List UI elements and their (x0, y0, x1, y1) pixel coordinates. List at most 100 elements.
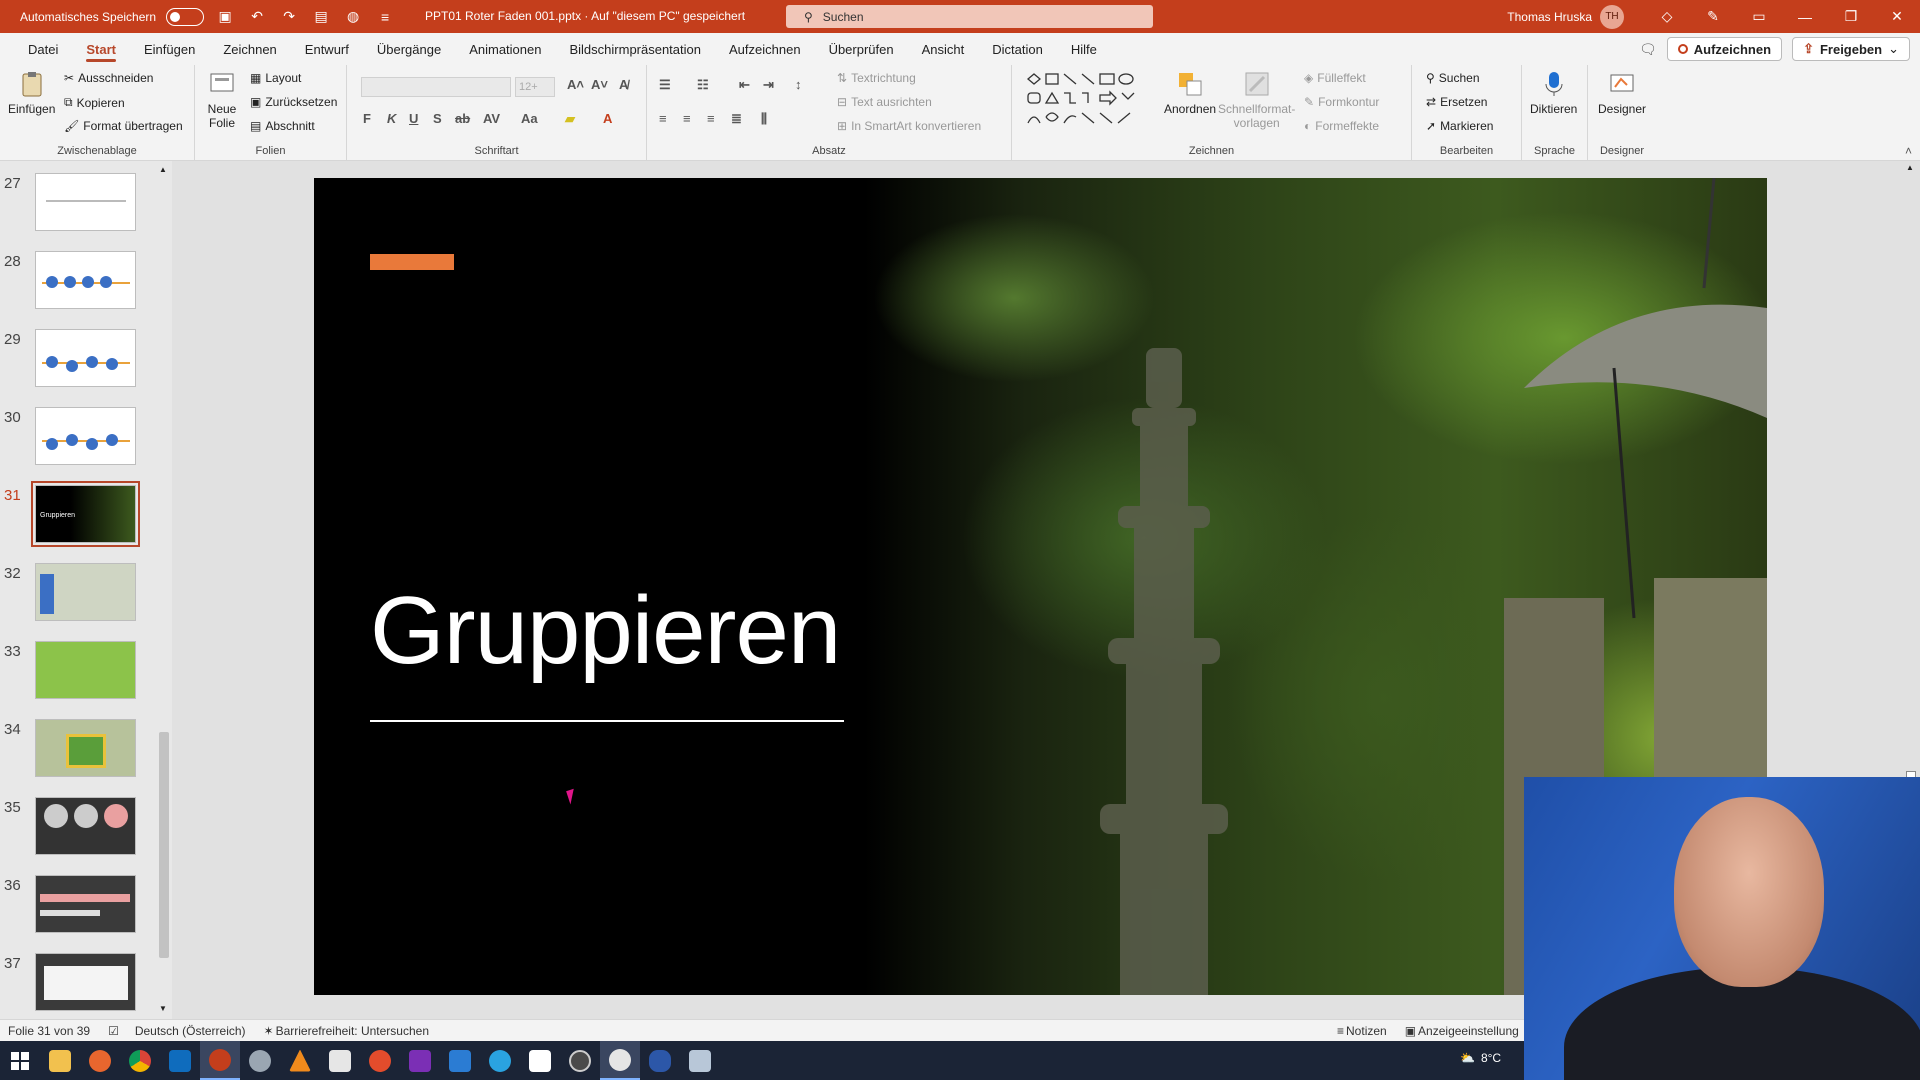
document-title[interactable]: PPT01 Roter Faden 001.pptx · Auf "diesem… (425, 9, 745, 23)
designer-button[interactable]: Designer (1598, 69, 1646, 116)
telegram-icon[interactable] (480, 1041, 520, 1080)
align-text-button[interactable]: ⊟ Text ausrichten (837, 95, 932, 109)
shapes-icon[interactable]: ◍ (342, 6, 364, 28)
scroll-up-icon[interactable]: ▲ (159, 165, 167, 174)
restore-button[interactable]: ❐ (1828, 0, 1874, 33)
tab-hilfe[interactable]: Hilfe (1057, 33, 1111, 65)
text-direction-button[interactable]: ⇅ Textrichtung (837, 71, 916, 85)
slide-thumbnail-active[interactable]: Gruppieren (31, 481, 140, 547)
slide-thumbnail[interactable] (35, 719, 136, 777)
vlc-icon[interactable] (280, 1041, 320, 1080)
accessibility-status[interactable]: Barrierefreiheit: Untersuchen (276, 1024, 429, 1038)
font-color-icon[interactable]: A (603, 111, 612, 126)
align-left-icon[interactable]: ≡ (659, 111, 667, 126)
slide-thumbnail[interactable] (35, 329, 136, 387)
pen-icon[interactable]: ✎ (1690, 0, 1736, 33)
firefox-icon[interactable] (80, 1041, 120, 1080)
app-icon-10[interactable] (360, 1041, 400, 1080)
search-box[interactable]: ⚲ Suchen (786, 5, 1153, 28)
numbering-icon[interactable]: ☷ (697, 77, 709, 93)
outline-button[interactable]: ✎ Formkontur (1304, 95, 1379, 109)
share-button[interactable]: ⇪ Freigeben ⌄ (1792, 37, 1910, 61)
redo-icon[interactable]: ↷ (278, 6, 300, 28)
app-icon-14[interactable] (520, 1041, 560, 1080)
select-button[interactable]: ➚ Markieren (1426, 119, 1493, 133)
comments-icon[interactable]: 🗨 (1639, 41, 1657, 58)
slide-thumb-29[interactable]: 29 (0, 329, 160, 391)
slide-thumb-32[interactable]: 32 (0, 563, 160, 625)
app-icon-18[interactable] (680, 1041, 720, 1080)
slide-thumb-35[interactable]: 35 (0, 797, 160, 859)
paste-button[interactable]: Einfügen (8, 69, 55, 116)
replace-button[interactable]: ⇄ Ersetzen (1426, 95, 1487, 109)
indent-icon[interactable]: ⇥ (763, 77, 774, 93)
app-icon-7[interactable] (240, 1041, 280, 1080)
outlook-icon[interactable] (160, 1041, 200, 1080)
tab-zeichnen[interactable]: Zeichnen (209, 33, 290, 65)
powerpoint-icon[interactable] (200, 1041, 240, 1080)
slide-thumbnail[interactable] (35, 173, 136, 231)
outdent-icon[interactable]: ⇤ (739, 77, 750, 93)
avatar[interactable]: TH (1600, 4, 1624, 29)
shapes-gallery[interactable] (1022, 71, 1162, 131)
tab-start[interactable]: Start (72, 33, 130, 65)
fill-button[interactable]: ◈ Fülleffekt (1304, 71, 1366, 85)
slide-panel-scrollbar[interactable]: ▲ ▼ (156, 165, 170, 1013)
slide-thumb-33[interactable]: 33 (0, 641, 160, 703)
slide-thumb-37[interactable]: 37 (0, 953, 160, 1015)
font-size-select[interactable]: 12+ (515, 77, 555, 97)
tab-uebergaenge[interactable]: Übergänge (363, 33, 455, 65)
slide-thumbnail[interactable] (35, 407, 136, 465)
effects-button[interactable]: ◐ Formeffekte (1304, 119, 1379, 133)
diamond-icon[interactable]: ◇ (1644, 0, 1690, 33)
copy-button[interactable]: ⧉ Kopieren (64, 95, 125, 110)
language-status[interactable]: Deutsch (Österreich) (135, 1024, 246, 1038)
undo-icon[interactable]: ↶ (246, 6, 268, 28)
reset-button[interactable]: ▣ Zurücksetzen (250, 95, 337, 109)
font-family-select[interactable] (361, 77, 511, 97)
increase-font-icon[interactable]: A˄ (567, 77, 584, 92)
slide-thumbnail[interactable] (35, 875, 136, 933)
smartart-button[interactable]: ⊞ In SmartArt konvertieren (837, 119, 981, 133)
tab-einfuegen[interactable]: Einfügen (130, 33, 209, 65)
strikethrough-icon[interactable]: ab (455, 111, 470, 126)
dictate-button[interactable]: Diktieren (1530, 69, 1577, 116)
close-button[interactable]: ✕ (1874, 0, 1920, 33)
line-spacing-icon[interactable]: ↕ (795, 77, 802, 92)
spellcheck-icon[interactable]: ☑ (108, 1024, 119, 1038)
slide-thumbnail[interactable] (35, 953, 136, 1011)
ribbon-display-icon[interactable]: ▭ (1736, 0, 1782, 33)
notes-button[interactable]: Notizen (1346, 1024, 1387, 1038)
app-icon-17[interactable] (640, 1041, 680, 1080)
windows-start-icon[interactable] (0, 1041, 40, 1080)
tab-entwurf[interactable]: Entwurf (291, 33, 363, 65)
layout-button[interactable]: ▦ Layout (250, 71, 301, 85)
quick-styles-button[interactable]: Schnellformat- vorlagen (1218, 69, 1295, 130)
format-painter-button[interactable]: 🖌 Format übertragen (64, 119, 183, 133)
tab-datei[interactable]: Datei (14, 33, 72, 65)
chrome-icon[interactable] (120, 1041, 160, 1080)
arrange-button[interactable]: Anordnen (1164, 69, 1216, 116)
bold-icon[interactable]: F (363, 111, 371, 126)
tab-dictation[interactable]: Dictation (978, 33, 1057, 65)
onenote-icon[interactable] (400, 1041, 440, 1080)
display-settings-button[interactable]: Anzeigeeinstellung (1418, 1024, 1519, 1038)
new-slide-button[interactable]: Neue Folie (207, 69, 237, 130)
minimize-button[interactable]: — (1782, 0, 1828, 33)
columns-icon[interactable]: ⫼ (761, 111, 767, 127)
cut-button[interactable]: ✂ Ausschneiden (64, 71, 153, 85)
customize-icon[interactable]: ≡ (374, 6, 396, 28)
obs-icon[interactable] (600, 1041, 640, 1080)
record-button[interactable]: Aufzeichnen (1666, 37, 1783, 61)
clear-format-icon[interactable]: A̸ (619, 77, 628, 92)
find-button[interactable]: ⚲ Suchen (1426, 71, 1480, 85)
align-center-icon[interactable]: ≡ (683, 111, 691, 126)
tab-animationen[interactable]: Animationen (455, 33, 555, 65)
italic-icon[interactable]: K (387, 111, 396, 126)
slide-thumbnail[interactable] (35, 563, 136, 621)
slide-title[interactable]: Gruppieren (370, 576, 841, 686)
slide-thumbnail[interactable] (35, 797, 136, 855)
slide-thumbnail[interactable] (35, 251, 136, 309)
app-icon-9[interactable] (320, 1041, 360, 1080)
scroll-down-icon[interactable]: ▼ (159, 1004, 167, 1013)
